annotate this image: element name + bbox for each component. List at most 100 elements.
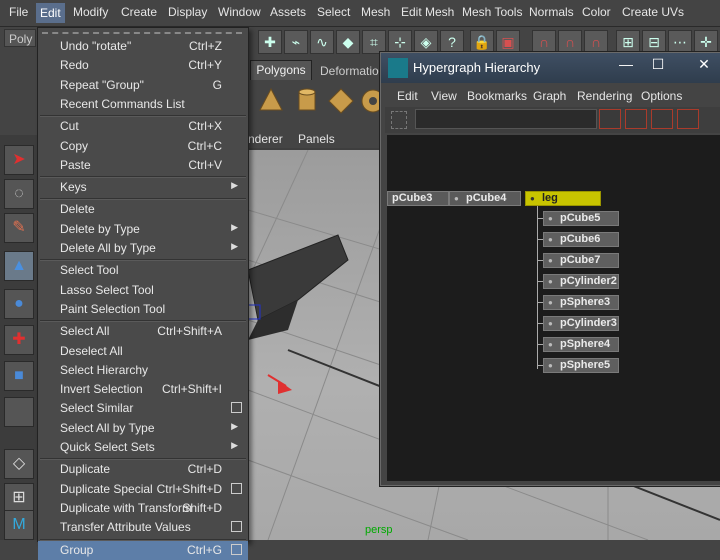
node-pcylinder3[interactable]: ● pCylinder3 xyxy=(543,316,619,331)
menu-item-paste[interactable]: Paste Ctrl+V xyxy=(38,156,248,175)
hg-menu-rendering[interactable]: Rendering xyxy=(577,89,632,103)
layout-single-button[interactable]: ◇ xyxy=(4,449,34,479)
option-box-icon[interactable] xyxy=(231,521,242,533)
menu-item-quick-select-sets[interactable]: Quick Select Sets ▶ xyxy=(38,438,248,457)
node-pcube5[interactable]: ● pCube5 xyxy=(543,211,619,226)
menu-item-cut[interactable]: Cut Ctrl+X xyxy=(38,117,248,136)
viewport-menu-panels[interactable]: Panels xyxy=(298,132,335,146)
option-box-icon[interactable] xyxy=(231,402,242,414)
node-pcube7[interactable]: ● pCube7 xyxy=(543,253,619,268)
node-pcube3[interactable]: pCube3 xyxy=(387,191,449,206)
node-pcylinder2[interactable]: ● pCylinder2 xyxy=(543,274,619,289)
snap-grid-button[interactable]: ✚ xyxy=(258,30,282,54)
menu-item-keys[interactable]: Keys ▶ xyxy=(38,178,248,197)
menu-item-delete[interactable]: Delete xyxy=(38,200,248,219)
output-button[interactable]: ⋯ xyxy=(668,30,692,54)
hypergraph-titlebar[interactable]: Hypergraph Hierarchy — ☐ ✕ xyxy=(381,53,720,83)
menu-mesh-tools[interactable]: Mesh Tools xyxy=(462,5,522,19)
menu-item-recent-commands-list[interactable]: Recent Commands List xyxy=(38,95,248,114)
mode-selector[interactable]: Poly xyxy=(4,29,36,47)
lasso-tool-button[interactable]: ◌ xyxy=(4,179,34,209)
empty-tool-slot[interactable] xyxy=(4,397,34,427)
plane-icon[interactable] xyxy=(326,86,356,116)
menu-item-lasso-select-tool[interactable]: Lasso Select Tool xyxy=(38,281,248,300)
snap-plane-button[interactable]: ◆ xyxy=(336,30,360,54)
menu-item-duplicate-with-transform[interactable]: Duplicate with Transform Shift+D xyxy=(38,499,248,518)
menu-tear-off[interactable] xyxy=(42,32,242,34)
menu-item-undo-rotate[interactable]: Undo "rotate" Ctrl+Z xyxy=(38,37,248,56)
menu-display[interactable]: Display xyxy=(168,5,207,19)
bookmark-icon[interactable] xyxy=(391,111,407,129)
menu-item-select-all[interactable]: Select All Ctrl+Shift+A xyxy=(38,322,248,341)
menu-item-select-all-by-type[interactable]: Select All by Type ▶ xyxy=(38,419,248,438)
menu-item-delete-all-by-type[interactable]: Delete All by Type ▶ xyxy=(38,239,248,258)
snap-point-button[interactable]: ∿ xyxy=(310,30,334,54)
hg-menu-options[interactable]: Options xyxy=(641,89,682,103)
menu-assets[interactable]: Assets xyxy=(270,5,306,19)
magnet-2-button[interactable]: ∩ xyxy=(558,30,582,54)
io-connections-icon[interactable] xyxy=(677,109,699,129)
menu-window[interactable]: Window xyxy=(218,5,261,19)
menu-item-invert-selection[interactable]: Invert Selection Ctrl+Shift+I xyxy=(38,380,248,399)
menu-item-repeat-group[interactable]: Repeat "Group" G xyxy=(38,76,248,95)
cone-icon[interactable] xyxy=(256,86,286,116)
magnet-3-button[interactable]: ∩ xyxy=(584,30,608,54)
hypergraph-search-field[interactable] xyxy=(415,109,597,129)
hierarchy-button[interactable]: ⊞ xyxy=(616,30,640,54)
menu-file[interactable]: File xyxy=(9,5,28,19)
maximize-button[interactable]: ☐ xyxy=(643,55,673,75)
menu-create[interactable]: Create xyxy=(121,5,157,19)
menu-edit[interactable]: Edit xyxy=(36,3,65,23)
snap-curve-button[interactable]: ⌁ xyxy=(284,30,308,54)
node-leg-selected[interactable]: ● leg xyxy=(525,191,601,206)
input-button[interactable]: ⊟ xyxy=(642,30,666,54)
last-tool-button[interactable]: ■ xyxy=(4,361,34,391)
minimize-button[interactable]: — xyxy=(611,55,641,75)
menu-item-select-similar[interactable]: Select Similar xyxy=(38,399,248,418)
paint-tool-button[interactable]: ✎ xyxy=(4,213,34,243)
render-view-button[interactable]: ▣ xyxy=(496,30,520,54)
menu-modify[interactable]: Modify xyxy=(73,5,108,19)
hg-menu-graph[interactable]: Graph xyxy=(533,89,566,103)
output-connections-icon[interactable] xyxy=(651,109,673,129)
node-psphere3[interactable]: ● pSphere3 xyxy=(543,295,619,310)
menu-item-redo[interactable]: Redo Ctrl+Y xyxy=(38,56,248,75)
select-tool-button[interactable]: ➤ xyxy=(4,145,34,175)
menu-item-deselect-all[interactable]: Deselect All xyxy=(38,342,248,361)
menu-item-select-hierarchy[interactable]: Select Hierarchy xyxy=(38,361,248,380)
node-psphere4[interactable]: ● pSphere4 xyxy=(543,337,619,352)
scale-tool-button[interactable]: ✚ xyxy=(4,325,34,355)
menu-select[interactable]: Select xyxy=(317,5,350,19)
menu-create-uvs[interactable]: Create UVs xyxy=(622,5,684,19)
option-box-icon[interactable] xyxy=(231,543,242,555)
input-connections-icon[interactable] xyxy=(625,109,647,129)
menu-item-duplicate-special[interactable]: Duplicate Special Ctrl+Shift+D xyxy=(38,480,248,499)
scene-hierarchy-icon[interactable] xyxy=(599,109,621,129)
lock-button[interactable]: 🔒 xyxy=(470,30,494,54)
option-box-icon[interactable] xyxy=(231,482,242,494)
cylinder-icon[interactable] xyxy=(292,86,322,116)
menu-item-duplicate[interactable]: Duplicate Ctrl+D xyxy=(38,460,248,479)
node-psphere5[interactable]: ● pSphere5 xyxy=(543,358,619,373)
hypergraph-canvas[interactable]: pCube3 ● pCube4 ● leg ● pCube5 ● pCube6 ● pCube… xyxy=(387,135,720,481)
rotate-tool-button[interactable]: ● xyxy=(4,289,34,319)
menu-item-delete-by-type[interactable]: Delete by Type ▶ xyxy=(38,220,248,239)
snap-surface-button[interactable]: ⌗ xyxy=(362,30,386,54)
move-tool-button[interactable]: ▲ xyxy=(4,251,34,281)
snap-vertex-button[interactable]: ⊹ xyxy=(388,30,412,54)
plus-button[interactable]: ✛ xyxy=(694,30,718,54)
menu-mesh[interactable]: Mesh xyxy=(361,5,390,19)
layout-four-button[interactable]: ⊞ xyxy=(4,483,34,513)
node-pcube6[interactable]: ● pCube6 xyxy=(543,232,619,247)
close-button[interactable]: ✕ xyxy=(689,55,719,75)
magnet-button[interactable]: ∩ xyxy=(532,30,556,54)
menu-normals[interactable]: Normals xyxy=(529,5,574,19)
shelf-tab-polygons[interactable]: Polygons xyxy=(250,60,312,80)
make-live-button[interactable]: ◈ xyxy=(414,30,438,54)
menu-item-copy[interactable]: Copy Ctrl+C xyxy=(38,137,248,156)
hg-menu-bookmarks[interactable]: Bookmarks xyxy=(467,89,527,103)
node-pcube4[interactable]: ● pCube4 xyxy=(449,191,521,206)
help-button[interactable]: ? xyxy=(440,30,464,54)
x-axis-arrow-icon[interactable] xyxy=(278,380,292,394)
menu-color[interactable]: Color xyxy=(582,5,611,19)
